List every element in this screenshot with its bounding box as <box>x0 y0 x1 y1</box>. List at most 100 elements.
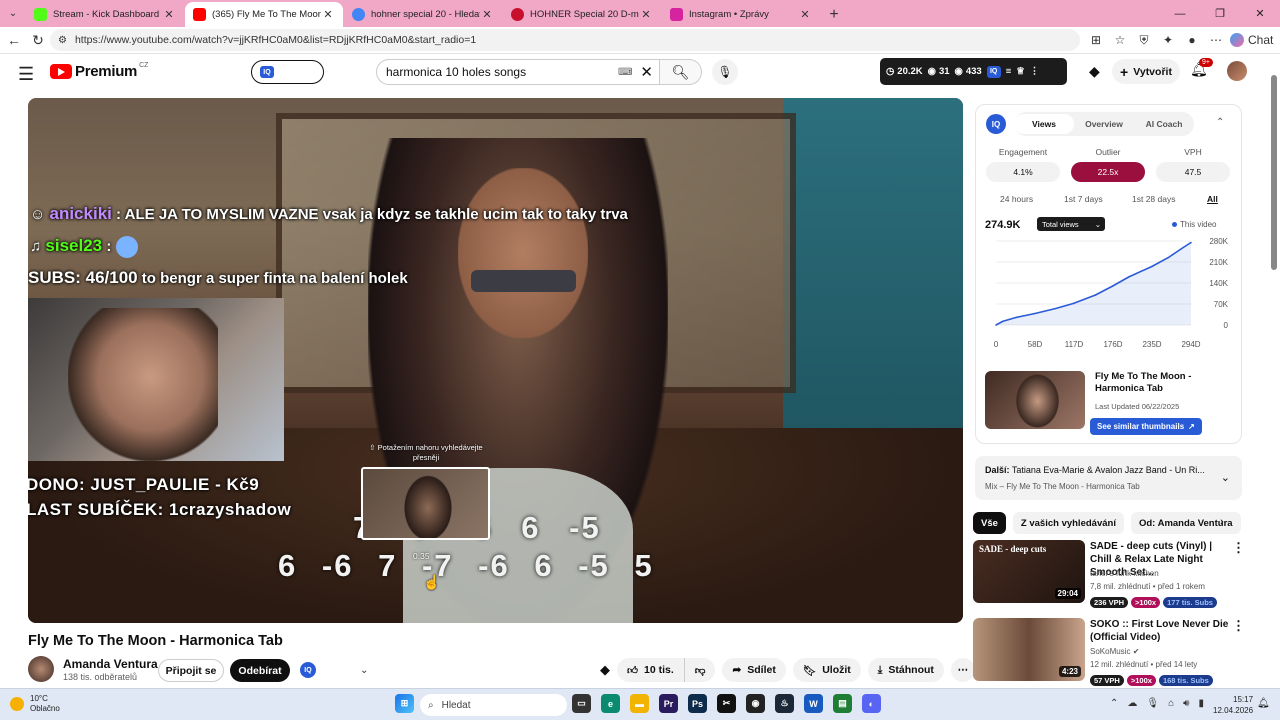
account-avatar[interactable] <box>1227 61 1247 81</box>
microphone-icon[interactable]: 🎙︎ <box>1146 698 1159 709</box>
restore-icon[interactable]: ❐ <box>1200 0 1240 27</box>
reload-icon[interactable]: ↻ <box>26 28 50 52</box>
chevron-right-icon[interactable]: › <box>1220 516 1224 528</box>
discord-icon[interactable]: ◐ <box>862 694 881 713</box>
more-menu-icon[interactable]: ⋯ <box>1206 33 1226 47</box>
sheets-icon[interactable]: ▤ <box>833 694 852 713</box>
battery-icon[interactable]: ▮ <box>1198 698 1204 709</box>
volume-icon[interactable]: 🔊︎ <box>1183 698 1189 709</box>
tab-views[interactable]: Views <box>1014 114 1074 134</box>
close-window-icon[interactable]: ✕ <box>1240 0 1280 27</box>
search-input[interactable]: harmonica 10 holes songs ⌨ ✕ <box>376 59 660 85</box>
join-button[interactable]: Připojit se <box>158 659 224 682</box>
recommendation-thumbnail[interactable]: 4:23 <box>973 618 1085 681</box>
voice-search-button[interactable]: 🎙︎ <box>712 59 738 85</box>
tab-ai-coach[interactable]: AI Coach <box>1134 114 1194 134</box>
youtube-premium-logo[interactable]: Premium CZ <box>50 62 148 80</box>
more-vert-icon[interactable]: ⋮ <box>1030 66 1040 77</box>
range-28d[interactable]: 1st 28 days <box>1132 194 1175 204</box>
onedrive-icon[interactable]: ☁ <box>1127 698 1137 709</box>
next-in-mix[interactable]: Další: Tatiana Eva-Marie & Avalon Jazz B… <box>975 456 1242 500</box>
close-tab-icon[interactable]: ✕ <box>321 8 335 21</box>
chip-from-channel[interactable]: Od: Amanda Ventura <box>1130 512 1241 534</box>
shield-icon[interactable]: ⛨ <box>1134 33 1154 48</box>
chevron-down-icon[interactable]: ⌄ <box>360 665 368 676</box>
video-player[interactable]: ☺ anickiki : ALE JA TO MYSLIM VAZNE vsak… <box>28 98 963 623</box>
taskbar-search[interactable]: ⌕ Hledat <box>420 694 567 716</box>
range-24h[interactable]: 24 hours <box>1000 194 1033 204</box>
search-button[interactable]: 🔍︎ <box>660 59 702 85</box>
url-field[interactable]: ⚙ https://www.youtube.com/watch?v=jjKRfH… <box>50 29 1080 51</box>
download-button[interactable]: ⤓ Stáhnout <box>867 658 944 682</box>
like-button[interactable]: 👍︎ 10 tis. <box>617 658 684 682</box>
trophy-icon[interactable]: ♕ <box>1016 66 1025 77</box>
steam-icon[interactable]: ♨ <box>775 694 794 713</box>
recommendation-thumbnail[interactable]: SADE - deep cuts 29:04 <box>973 540 1085 603</box>
recommendation-item[interactable]: SADE - deep cuts 29:04 SADE - deep cuts … <box>973 540 1253 612</box>
tray-overflow-icon[interactable]: ⌃ <box>1110 698 1118 709</box>
vidiq-channel-widget[interactable]: IQ ⌄ <box>300 662 368 678</box>
collapse-chevron-icon[interactable]: ⌃ <box>1216 117 1224 128</box>
chip-from-searches[interactable]: Z vašich vyhledávání <box>1012 512 1124 534</box>
windows-start-icon[interactable]: ⊞ <box>395 694 414 713</box>
extensions-icon[interactable]: ✦ <box>1158 33 1178 47</box>
video-thumbnail-card[interactable] <box>985 371 1085 429</box>
more-vert-icon[interactable]: ⋮ <box>1232 618 1245 634</box>
list-icon[interactable]: ≡ <box>1006 66 1012 77</box>
obs-icon[interactable]: ◉ <box>746 694 765 713</box>
site-info-icon[interactable]: ⚙ <box>58 35 67 46</box>
more-actions-button[interactable]: ⋯ <box>950 658 975 682</box>
share-button[interactable]: ➦ Sdílet <box>722 658 786 682</box>
close-tab-icon[interactable]: ✕ <box>162 8 176 21</box>
close-tab-icon[interactable]: ✕ <box>798 8 812 21</box>
keyboard-icon[interactable]: ⌨ <box>618 67 632 78</box>
menu-hamburger-icon[interactable]: ☰ <box>18 64 34 85</box>
recommendation-item[interactable]: 4:23 SOKO :: First Love Never Die (Offic… <box>973 618 1253 690</box>
weather-widget[interactable]: 10°C Oblačno <box>10 694 60 714</box>
more-vert-icon[interactable]: ⋮ <box>1232 540 1245 556</box>
split-view-icon[interactable]: ⊞ <box>1086 33 1106 47</box>
scrollbar-thumb[interactable] <box>1271 75 1277 270</box>
photoshop-icon[interactable]: Ps <box>688 694 707 713</box>
browser-tab-active[interactable]: (365) Fly Me To The Moon - Harmonica ✕ <box>185 2 343 27</box>
edge-icon[interactable]: e <box>601 694 620 713</box>
chevron-down-icon[interactable]: ⌄ <box>1221 471 1230 484</box>
range-7d[interactable]: 1st 7 days <box>1064 194 1103 204</box>
tab-list-chevron-icon[interactable]: ⌄ <box>0 0 26 27</box>
browser-tab[interactable]: HOHNER Special 20 D-major Foukací ✕ <box>503 2 661 27</box>
tab-overview[interactable]: Overview <box>1074 114 1134 134</box>
dislike-button[interactable]: 👎︎ <box>683 658 716 682</box>
vidiq-search-pill[interactable]: IQ <box>251 60 324 84</box>
subscribe-button[interactable]: Odebírat <box>230 659 290 682</box>
file-explorer-icon[interactable]: ▬ <box>630 694 649 713</box>
copilot-chat-button[interactable]: Chat <box>1230 33 1273 47</box>
range-all[interactable]: All <box>1207 194 1218 204</box>
channel-name[interactable]: Amanda Ventura <box>63 657 158 671</box>
capcut-icon[interactable]: ✂ <box>717 694 736 713</box>
clock[interactable]: 15:17 12.04.2026 <box>1213 694 1253 716</box>
browser-tab[interactable]: Instagram • Zprávy ✕ <box>662 2 820 27</box>
notifications-button[interactable]: 🔔︎ 9+ <box>1190 58 1213 78</box>
kick-studio-icon[interactable]: ◆ <box>1089 63 1100 80</box>
chip-all[interactable]: Vše <box>973 512 1006 534</box>
see-similar-thumbnails-button[interactable]: See similar thumbnails ↗ <box>1090 418 1202 435</box>
minimize-icon[interactable]: — <box>1160 0 1200 27</box>
channel-avatar[interactable] <box>28 656 54 682</box>
browser-tab[interactable]: hohner special 20 - Hledat Google ✕ <box>344 2 502 27</box>
browser-tab[interactable]: Stream - Kick Dashboard ✕ <box>26 2 184 27</box>
network-icon[interactable]: ⌂ <box>1168 698 1174 709</box>
back-icon[interactable]: ← <box>2 28 26 52</box>
clear-search-icon[interactable]: ✕ <box>640 63 653 81</box>
favorite-star-icon[interactable]: ☆ <box>1110 33 1130 47</box>
premiere-icon[interactable]: Pr <box>659 694 678 713</box>
page-scrollbar[interactable] <box>1268 55 1280 685</box>
word-icon[interactable]: W <box>804 694 823 713</box>
profile-icon[interactable]: ● <box>1182 33 1202 47</box>
new-tab-button[interactable]: + <box>821 2 847 27</box>
vidiq-stats-bar[interactable]: ◷ 20.2K ◉ 31 ◉ 433 IQ ≡ ♕ ⋮ <box>880 58 1067 85</box>
create-button[interactable]: + Vytvořit <box>1112 59 1180 84</box>
vidiq-boost-icon[interactable]: ◆ <box>600 662 610 678</box>
close-tab-icon[interactable]: ✕ <box>480 8 494 21</box>
task-view-icon[interactable]: ▭ <box>572 694 591 713</box>
close-tab-icon[interactable]: ✕ <box>639 8 653 21</box>
